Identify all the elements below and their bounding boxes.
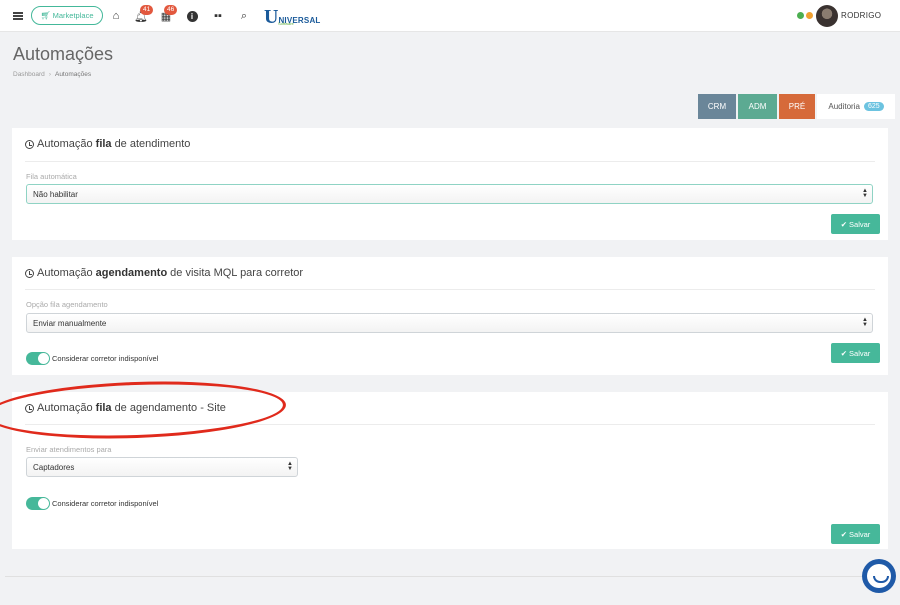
check-icon: ✔ [840,348,848,358]
field-label: Enviar atendimentos para [26,445,112,454]
status-dot-online [797,12,804,19]
save-button[interactable]: ✔ Salvar [831,214,880,234]
save-button[interactable]: ✔ Salvar [831,524,880,544]
field-label: Opção fila agendamento [26,300,108,309]
save-label: Salvar [849,219,871,229]
card-title: Automação agendamento de visita MQL para… [25,267,303,279]
card-fila-atendimento: Automação fila de atendimento Fila autom… [12,128,888,240]
clock-icon [25,268,34,278]
card-title-prefix: Automação [37,138,93,150]
home-button[interactable]: ⌂ [110,0,122,32]
select-value: Não habilitar [33,189,78,199]
marketplace-button[interactable]: 🛒︎ Marketplace [31,6,103,25]
toggle-label: Considerar corretor indisponível [52,499,159,508]
select-arrows-icon: ▲ ▼ [862,317,868,328]
hamburger-icon [13,12,23,20]
select-arrows-icon: ▲ ▼ [287,461,293,472]
card-title-suffix: de visita MQL para corretor [170,267,304,279]
fila-automatica-select[interactable]: Não habilitar ▲ ▼ [26,184,873,204]
tab-auditoria-label: Auditoria [828,102,860,111]
username[interactable]: RODRIGO [841,11,881,20]
tab-crm[interactable]: CRM [698,94,736,119]
menu-button[interactable] [10,0,26,32]
check-icon: ✔ [840,219,848,229]
home-icon: ⌂ [112,10,120,22]
save-button[interactable]: ✔ Salvar [831,343,880,363]
tab-pre[interactable]: PRÉ [779,94,815,119]
enviar-atendimentos-select[interactable]: Captadores ▲ ▼ [26,457,298,477]
info-button[interactable]: i [186,0,198,32]
search-button[interactable]: ⌕ [238,0,250,32]
select-arrows-icon: ▲ ▼ [862,188,868,199]
marketplace-label: Marketplace [52,11,94,20]
breadcrumb: Dashboard › Automações [13,71,91,78]
card-title-bold: fila [95,138,112,150]
select-value: Enviar manualmente [33,318,107,328]
toggle-row: Considerar corretor indisponível [26,497,158,510]
card-agendamento-visita: Automação agendamento de visita MQL para… [12,257,888,375]
breadcrumb-separator: › [48,71,51,78]
status-dot-away [806,12,813,19]
grid-icon: ▪▪ [214,10,222,22]
top-bar: 🛒︎ Marketplace ⌂ 🔔︎ 41 ▦ 46 i ▪▪ ⌕ U NIV… [0,0,900,32]
breadcrumb-dashboard[interactable]: Dashboard [13,71,45,78]
card-title: Automação fila de atendimento [25,138,190,150]
card-title-prefix: Automação [37,267,93,279]
card-divider [25,161,875,162]
notifications-badge: 41 [140,5,154,15]
corretor-indisponivel-toggle[interactable] [26,497,50,510]
toggle-label: Considerar corretor indisponível [52,354,159,363]
auditoria-count-badge: 625 [863,102,884,111]
avatar[interactable] [816,5,838,27]
module-tabs: CRM ADM PRÉ Auditoria 625 [698,94,895,119]
search-icon: ⌕ [240,9,248,22]
tab-auditoria[interactable]: Auditoria 625 [817,94,895,119]
breadcrumb-current: Automações [54,71,92,78]
card-title-bold: agendamento [95,267,168,279]
cart-icon: 🛒︎ [40,11,51,20]
select-value: Captadores [33,462,75,472]
clock-icon [25,139,34,149]
calendar-badge: 46 [164,5,178,15]
tab-adm[interactable]: ADM [738,94,777,119]
info-icon: i [186,10,198,22]
save-label: Salvar [849,529,871,539]
chat-icon [867,564,891,588]
opcao-fila-agendamento-select[interactable]: Enviar manualmente ▲ ▼ [26,313,873,333]
card-title-suffix: de atendimento [114,138,191,150]
page-title: Automações [13,44,114,64]
logo-letter: U [264,6,279,28]
apps-button[interactable]: ▪▪ [212,0,224,32]
save-label: Salvar [849,348,871,358]
footer-divider [5,576,895,577]
chat-button[interactable] [862,559,896,593]
logo-subtext: Software [278,21,294,26]
corretor-indisponivel-toggle[interactable] [26,352,50,365]
field-label: Fila automática [26,172,77,181]
check-icon: ✔ [840,529,848,539]
status-indicators [797,12,813,19]
card-divider [25,289,875,290]
logo[interactable]: U NIVERSAL Software [264,5,321,27]
toggle-row: Considerar corretor indisponível [26,352,158,365]
